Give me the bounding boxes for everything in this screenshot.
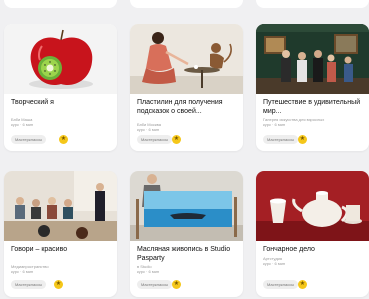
course-meta: Бэби Маша курс · 6 мин	[11, 117, 33, 127]
course-duration: курс · 6 мин	[137, 127, 160, 132]
previous-card-edge[interactable]	[256, 0, 369, 8]
star-icon: ★	[298, 135, 307, 144]
category-chip[interactable]: Мастерклассы	[137, 280, 173, 289]
course-card-plasticine[interactable]: Пластилин для получения подсказок о свое…	[130, 24, 243, 151]
course-title[interactable]: Гончарное дело	[263, 245, 367, 254]
course-title[interactable]: Пластилин для получения подсказок о свое…	[137, 98, 241, 116]
category-chip[interactable]: Мастерклассы	[263, 280, 299, 289]
previous-card-edge[interactable]	[130, 0, 243, 8]
catalog-page: Творческий я Бэби Маша курс · 6 мин Маст…	[0, 0, 369, 299]
category-chip[interactable]: Мастерклассы	[137, 135, 173, 144]
course-duration: курс · 6 мин	[11, 269, 34, 274]
course-card-speech[interactable]: Говори – красиво Медиапространство курс …	[4, 171, 117, 297]
course-card-oil-painting[interactable]: Масляная живопись в Studio Pasparty в St…	[130, 171, 243, 297]
apple-kiwi-illustration	[4, 24, 117, 94]
course-card-pottery[interactable]: Гончарное дело Артстудия курс · 6 мин Ма…	[256, 171, 369, 297]
course-meta: Медиапространство курс · 6 мин	[11, 264, 49, 274]
course-image	[256, 171, 369, 241]
star-icon: ★	[298, 280, 307, 289]
course-title[interactable]: Говори – красиво	[11, 245, 115, 254]
category-chip[interactable]: Мастерклассы	[11, 135, 47, 144]
course-image	[130, 171, 243, 241]
group-workshop-illustration	[4, 171, 117, 241]
course-image	[4, 24, 117, 94]
course-meta: в Studio курс · 6 мин	[137, 264, 159, 274]
gallery-visitors-illustration	[256, 24, 369, 94]
star-icon: ★	[172, 135, 181, 144]
course-title[interactable]: Масляная живопись в Studio Pasparty	[137, 245, 241, 263]
course-image	[256, 24, 369, 94]
course-duration: курс · 6 мин	[137, 269, 160, 274]
course-title[interactable]: Творческий я	[11, 98, 115, 107]
course-image	[4, 171, 117, 241]
course-duration: курс · 6 мин	[263, 261, 286, 266]
course-image	[130, 24, 243, 94]
pottery-teapot-illustration	[256, 171, 369, 241]
star-icon: ★	[59, 135, 68, 144]
course-duration: курс · 6 мин	[263, 122, 286, 127]
course-duration: курс · 6 мин	[11, 122, 34, 127]
course-meta: Артстудия курс · 6 мин	[263, 256, 285, 266]
course-card-creative[interactable]: Творческий я Бэби Маша курс · 6 мин Маст…	[4, 24, 117, 151]
course-title[interactable]: Путешествие в удивительный мир...	[263, 98, 367, 116]
previous-row-strip	[0, 0, 369, 14]
previous-card-edge[interactable]	[4, 0, 117, 8]
category-chip[interactable]: Мастерклассы	[263, 135, 299, 144]
course-meta: Галерея искусства для взрослых курс · 6 …	[263, 117, 324, 127]
star-icon: ★	[172, 280, 181, 289]
category-chip[interactable]: Мастерклассы	[11, 280, 47, 289]
painting-studio-illustration	[130, 171, 243, 241]
woman-monkey-illustration	[130, 24, 243, 94]
course-meta: Бэби Москва курс · 6 мин	[137, 122, 161, 132]
course-card-journey[interactable]: Путешествие в удивительный мир... Галере…	[256, 24, 369, 151]
star-icon: ★	[54, 280, 63, 289]
